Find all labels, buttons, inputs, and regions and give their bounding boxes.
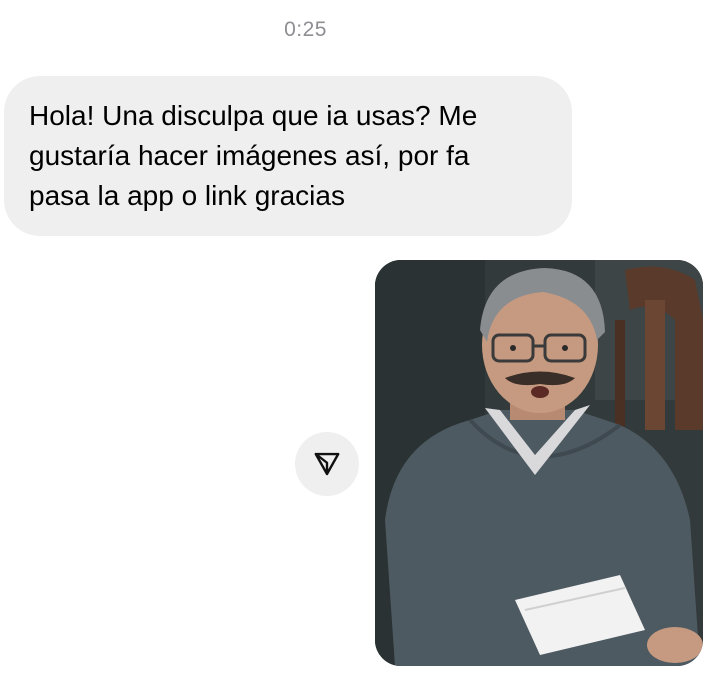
message-line: gustaría hacer imágenes así, por fa	[29, 140, 470, 171]
paper-plane-icon	[314, 452, 340, 476]
incoming-message-bubble[interactable]: Hola! Una disculpa que ia usas? Me gusta…	[4, 76, 572, 236]
share-button[interactable]	[295, 432, 359, 496]
meme-photo	[375, 260, 703, 666]
sent-image-message[interactable]	[375, 260, 703, 666]
message-line: pasa la app o link gracias	[29, 180, 345, 211]
message-timestamp: 0:25	[284, 18, 327, 41]
message-line: Hola! Una disculpa que ia usas? Me	[29, 100, 478, 131]
